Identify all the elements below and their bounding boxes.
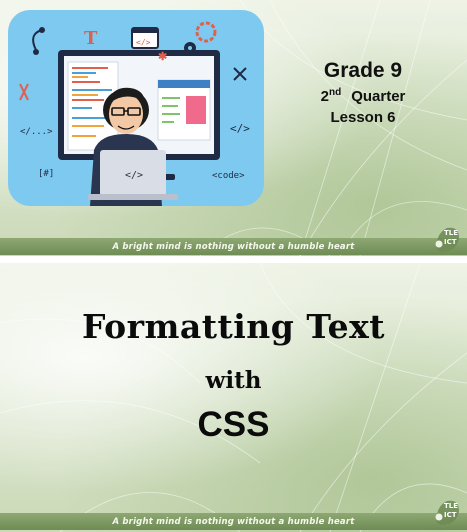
type-letter-icon: T	[84, 28, 98, 49]
slide-title: Formatting Text	[81, 307, 386, 346]
quarter-number: 2	[320, 88, 329, 106]
footer-motto: A bright mind is nothing without a humbl…	[112, 516, 355, 527]
svg-text:ICT: ICT	[444, 238, 457, 246]
svg-text:TLE: TLE	[444, 229, 458, 237]
svg-text:TLE: TLE	[444, 502, 458, 510]
quarter-suffix: nd	[328, 87, 342, 99]
tle-ict-logo-icon: TLE ICT	[435, 227, 459, 252]
slide-1: </> T </> ✱ </...> </> [#] <code> Grade …	[0, 0, 467, 256]
svg-text:✱: ✱	[158, 51, 167, 63]
title-connector: with	[205, 367, 262, 394]
hash-tag: [#]	[38, 169, 54, 179]
footer-band: A bright mind is nothing without a humbl…	[0, 513, 467, 530]
quarter-line: 2nd Quarter	[268, 87, 458, 105]
footer-band: A bright mind is nothing without a humbl…	[0, 238, 467, 255]
bottom-code-tag: <code>	[212, 171, 245, 181]
right-code-tag: </>	[230, 122, 250, 135]
developer-illustration: </> T </> ✱ </...> </> [#] <code>	[8, 10, 264, 206]
grade-title: Grade 9	[323, 59, 403, 82]
lesson-info: Grade 9 2nd Quarter Lesson 6	[268, 58, 458, 126]
tle-ict-logo-icon: TLE ICT	[435, 500, 459, 525]
window-code-tag: </>	[136, 38, 151, 47]
slide-divider	[0, 256, 467, 263]
slide-2: Formatting Text with CSS A bright mind i…	[0, 263, 467, 532]
svg-text:ICT: ICT	[444, 511, 457, 519]
laptop-code-tag: </>	[125, 170, 143, 181]
background-web-pattern	[0, 263, 467, 532]
left-code-tag: </...>	[20, 127, 53, 137]
lesson-number: Lesson 6	[330, 109, 396, 127]
quarter-word: Quarter	[351, 88, 406, 106]
footer-motto: A bright mind is nothing without a humbl…	[112, 241, 355, 252]
title-subject: CSS	[197, 405, 270, 444]
